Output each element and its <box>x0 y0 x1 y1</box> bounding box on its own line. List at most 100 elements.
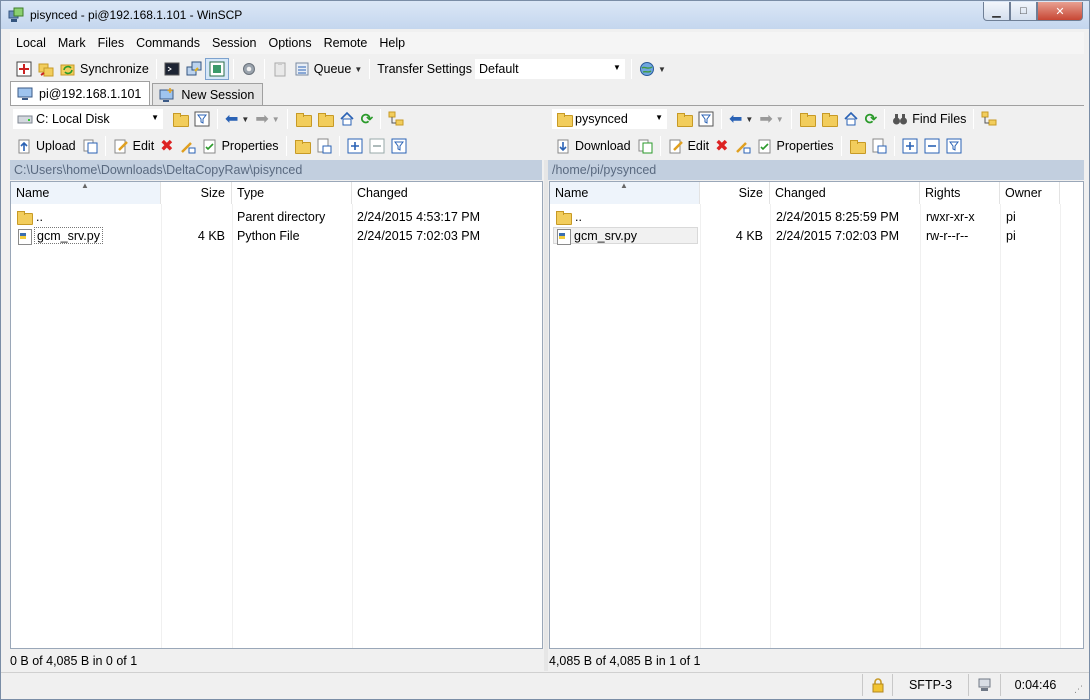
root-folder-icon <box>821 111 838 127</box>
remote-properties-button[interactable]: Properties <box>754 135 837 157</box>
remote-new-folder-button[interactable] <box>846 135 868 157</box>
resize-grip-icon[interactable]: ⋰ <box>1074 684 1086 696</box>
local-new-file-button[interactable] <box>313 135 335 157</box>
minimize-button[interactable]: ▁ <box>983 2 1010 21</box>
open-putty-button[interactable] <box>183 58 205 80</box>
table-row[interactable]: .. 2/24/2015 8:25:59 PM rwxr-xr-x pi <box>550 207 1083 226</box>
local-home-button[interactable] <box>336 108 358 130</box>
remote-filter-mask-button[interactable] <box>943 135 965 157</box>
local-new-folder-button[interactable] <box>291 135 313 157</box>
remote-select-button[interactable] <box>899 135 921 157</box>
remote-root-dir-button[interactable] <box>818 108 840 130</box>
elapsed-time-cell: 0:04:46 <box>1000 674 1070 696</box>
synchronize-button[interactable]: Synchronize <box>57 58 152 80</box>
upload-button[interactable]: Upload <box>13 135 79 157</box>
local-file-list[interactable]: ▲ Name Size Type Changed .. Parent direc… <box>10 181 543 649</box>
download-button[interactable]: Download <box>552 135 634 157</box>
close-button[interactable]: ✕ <box>1037 2 1083 21</box>
remote-new-file-button[interactable] <box>868 135 890 157</box>
queue-button[interactable]: Queue ▼ <box>291 58 365 80</box>
remote-col-name[interactable]: ▲ Name <box>550 181 700 204</box>
remote-edit-button[interactable]: Edit <box>665 135 713 157</box>
network-cell[interactable] <box>968 674 1000 696</box>
new-file-icon <box>316 138 332 154</box>
menu-files[interactable]: Files <box>92 36 130 50</box>
remote-forward-button[interactable]: ➡ ▼ <box>756 108 786 130</box>
table-row[interactable]: .. Parent directory 2/24/2015 4:53:17 PM <box>11 207 542 226</box>
local-tree-button[interactable] <box>385 108 407 130</box>
maximize-button[interactable]: □ <box>1010 2 1037 21</box>
menu-help[interactable]: Help <box>373 36 411 50</box>
remote-unselect-button[interactable] <box>921 135 943 157</box>
local-path-bar[interactable]: C:\Users\home\Downloads\DeltaCopyRaw\pis… <box>10 160 542 180</box>
download-options-button[interactable] <box>634 135 656 157</box>
column-divider <box>232 204 233 648</box>
remote-filter-button[interactable] <box>695 108 717 130</box>
local-col-type[interactable]: Type <box>232 182 352 204</box>
local-select-button[interactable] <box>344 135 366 157</box>
tab-session-pi[interactable]: pi@192.168.1.101 <box>10 81 151 105</box>
transfer-settings-select[interactable]: Default ▼ <box>474 59 625 79</box>
remote-action-toolbar: Download Edit ✖ Properties <box>552 133 1082 159</box>
compare-directories-button[interactable] <box>13 58 35 80</box>
table-row[interactable]: gcm_srv.py 4 KB Python File 2/24/2015 7:… <box>11 226 542 245</box>
menu-options[interactable]: Options <box>262 36 317 50</box>
open-terminal-button[interactable] <box>161 58 183 80</box>
local-refresh-button[interactable]: ⟳ <box>358 108 377 130</box>
local-filter-mask-button[interactable] <box>388 135 410 157</box>
remote-delete-button[interactable]: ✖ <box>712 135 731 157</box>
panel-splitter[interactable] <box>544 160 548 671</box>
lock-icon <box>870 677 886 693</box>
local-unselect-button[interactable] <box>366 135 388 157</box>
remote-col-size[interactable]: Size <box>700 182 770 204</box>
remote-col-rights[interactable]: Rights <box>920 182 1000 204</box>
remote-parent-dir-button[interactable] <box>796 108 818 130</box>
local-delete-button[interactable]: ✖ <box>157 135 176 157</box>
local-rename-button[interactable] <box>177 135 199 157</box>
remote-col-changed[interactable]: Changed <box>770 182 920 204</box>
remote-tree-button[interactable] <box>978 108 1000 130</box>
queue-clipboard-button[interactable] <box>269 58 291 80</box>
remote-back-button[interactable]: ⬅ ▼ <box>726 108 756 130</box>
menu-commands[interactable]: Commands <box>130 36 206 50</box>
local-drive-select[interactable]: C: Local Disk ▼ <box>13 109 163 129</box>
upload-options-button[interactable] <box>79 135 101 157</box>
remote-home-button[interactable] <box>840 108 862 130</box>
local-open-folder-button[interactable] <box>169 108 191 130</box>
local-nav-toolbar: C: Local Disk ▼ ⬅ ▼ ➡ ▼ ⟳ <box>13 106 538 132</box>
menu-session[interactable]: Session <box>206 36 262 50</box>
status-divider <box>1 672 1089 673</box>
lock-cell[interactable] <box>862 674 892 696</box>
local-col-size[interactable]: Size <box>161 182 232 204</box>
binoculars-icon <box>892 111 908 127</box>
menu-mark[interactable]: Mark <box>52 36 92 50</box>
remote-open-folder-button[interactable] <box>673 108 695 130</box>
remote-path-bar[interactable]: /home/pi/pysynced <box>548 160 1084 180</box>
local-edit-button[interactable]: Edit <box>110 135 158 157</box>
toggle-queue-view-button[interactable] <box>204 58 229 80</box>
local-properties-button[interactable]: Properties <box>199 135 282 157</box>
remote-rename-button[interactable] <box>732 135 754 157</box>
remote-folder-select[interactable]: pysynced ▼ <box>552 109 667 129</box>
remote-refresh-button[interactable]: ⟳ <box>862 108 881 130</box>
remote-nav-toolbar: pysynced ▼ ⬅ ▼ ➡ ▼ ⟳ Find Files <box>552 106 1082 132</box>
menu-remote[interactable]: Remote <box>318 36 374 50</box>
local-back-button[interactable]: ⬅ ▼ <box>222 108 252 130</box>
local-forward-button[interactable]: ➡ ▼ <box>252 108 282 130</box>
table-row[interactable]: gcm_srv.py 4 KB 2/24/2015 7:02:03 PM rw-… <box>550 226 1083 245</box>
menu-local[interactable]: Local <box>10 36 52 50</box>
custom-commands-button[interactable]: ▼ <box>636 58 669 80</box>
toolbar-separator <box>884 109 886 129</box>
local-root-dir-button[interactable] <box>314 108 336 130</box>
remote-col-owner[interactable]: Owner <box>1000 182 1060 204</box>
remote-file-list[interactable]: ▲ Name Size Changed Rights Owner .. 2/24… <box>549 181 1084 649</box>
tab-new-session[interactable]: New Session <box>152 83 264 105</box>
monitor-icon <box>17 86 33 102</box>
local-col-changed[interactable]: Changed <box>352 182 542 204</box>
synchronize-browsing-button[interactable] <box>35 58 57 80</box>
local-filter-button[interactable] <box>191 108 213 130</box>
local-col-name[interactable]: ▲ Name <box>11 181 161 204</box>
find-files-button[interactable]: Find Files <box>889 108 969 130</box>
local-parent-dir-button[interactable] <box>292 108 314 130</box>
preferences-button[interactable] <box>238 58 260 80</box>
